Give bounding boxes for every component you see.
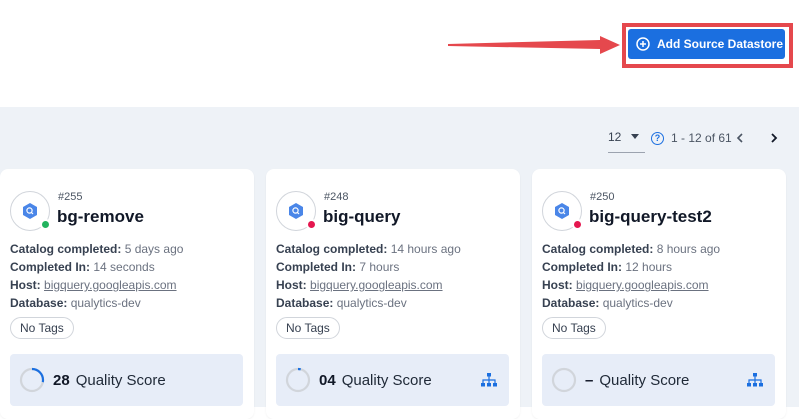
quality-score-label: Quality Score <box>341 371 432 389</box>
datastore-info: Catalog completed: 14 hours ago Complete… <box>276 240 461 312</box>
tags-chip[interactable]: No Tags <box>542 317 606 339</box>
add-source-datastore-button[interactable]: Add Source Datastore <box>628 29 785 59</box>
quality-score-panel[interactable]: 28 Quality Score <box>10 354 243 406</box>
host-link[interactable]: bigquery.googleapis.com <box>576 278 709 292</box>
bigquery-icon <box>23 203 37 219</box>
quality-score-label: Quality Score <box>599 371 690 389</box>
datastore-id: #248 <box>324 191 349 203</box>
catalog-value: 8 hours ago <box>656 242 721 256</box>
completed-in-label: Completed In: <box>542 260 622 274</box>
hierarchy-icon[interactable] <box>747 373 763 387</box>
completed-in-label: Completed In: <box>10 260 90 274</box>
bigquery-logo <box>542 191 583 231</box>
database-value: qualytics-dev <box>70 296 141 310</box>
datastore-id: #255 <box>58 191 83 203</box>
database-label: Database: <box>276 296 334 310</box>
pagination: 12 ? 1 - 12 of 61 <box>608 123 732 153</box>
per-page-select[interactable]: 12 <box>608 123 645 153</box>
datastore-card[interactable]: #255 bg-remove Catalog completed: 5 days… <box>0 169 254 419</box>
tags-chip[interactable]: No Tags <box>10 317 74 339</box>
datastore-name[interactable]: big-query <box>323 207 400 227</box>
pagination-range: 1 - 12 of 61 <box>671 131 732 145</box>
status-dot <box>572 219 583 230</box>
datastore-id: #250 <box>590 191 615 203</box>
quality-score-label: Quality Score <box>75 371 166 389</box>
host-label: Host: <box>276 278 307 292</box>
quality-score-value: – <box>585 371 594 389</box>
chevron-left-icon[interactable] <box>733 131 747 145</box>
chevron-down-icon <box>631 134 640 139</box>
database-value: qualytics-dev <box>602 296 673 310</box>
host-label: Host: <box>542 278 573 292</box>
annotation-arrow <box>448 36 620 54</box>
database-label: Database: <box>10 296 68 310</box>
catalog-label: Catalog completed: <box>276 242 388 256</box>
catalog-label: Catalog completed: <box>542 242 654 256</box>
bigquery-icon <box>555 203 569 219</box>
quality-score-value: 28 <box>53 371 70 389</box>
host-label: Host: <box>10 278 41 292</box>
plus-circle-icon <box>636 37 650 51</box>
status-dot <box>306 219 317 230</box>
hierarchy-icon[interactable] <box>481 373 497 387</box>
quality-score-panel[interactable]: 04 Quality Score <box>276 354 509 406</box>
datastore-name[interactable]: big-query-test2 <box>589 207 712 227</box>
quality-score-value: 04 <box>319 371 336 389</box>
chevron-right-icon[interactable] <box>767 131 781 145</box>
per-page-value: 12 <box>608 129 622 144</box>
bigquery-logo <box>276 191 317 231</box>
bigquery-icon <box>289 203 303 219</box>
quality-score-panel[interactable]: – Quality Score <box>542 354 775 406</box>
datastore-card[interactable]: #250 big-query-test2 Catalog completed: … <box>532 169 786 419</box>
completed-in-label: Completed In: <box>276 260 356 274</box>
status-dot <box>40 219 51 230</box>
bigquery-logo <box>10 191 51 231</box>
host-link[interactable]: bigquery.googleapis.com <box>310 278 443 292</box>
completed-in-value: 14 seconds <box>93 260 155 274</box>
datastore-info: Catalog completed: 8 hours ago Completed… <box>542 240 720 312</box>
quality-score-ring <box>551 367 577 393</box>
tags-chip[interactable]: No Tags <box>276 317 340 339</box>
quality-score-ring <box>19 367 45 393</box>
catalog-value: 14 hours ago <box>390 242 461 256</box>
host-link[interactable]: bigquery.googleapis.com <box>44 278 177 292</box>
completed-in-value: 7 hours <box>359 260 400 274</box>
datastore-info: Catalog completed: 5 days ago Completed … <box>10 240 183 312</box>
database-label: Database: <box>542 296 600 310</box>
datastore-card[interactable]: #248 big-query Catalog completed: 14 hou… <box>266 169 520 419</box>
datastore-name[interactable]: bg-remove <box>57 207 144 227</box>
quality-score-ring <box>285 367 311 393</box>
completed-in-value: 12 hours <box>625 260 673 274</box>
catalog-label: Catalog completed: <box>10 242 122 256</box>
help-icon[interactable]: ? <box>651 131 664 145</box>
database-value: qualytics-dev <box>336 296 407 310</box>
add-source-datastore-label: Add Source Datastore <box>657 37 784 51</box>
catalog-value: 5 days ago <box>124 242 184 256</box>
